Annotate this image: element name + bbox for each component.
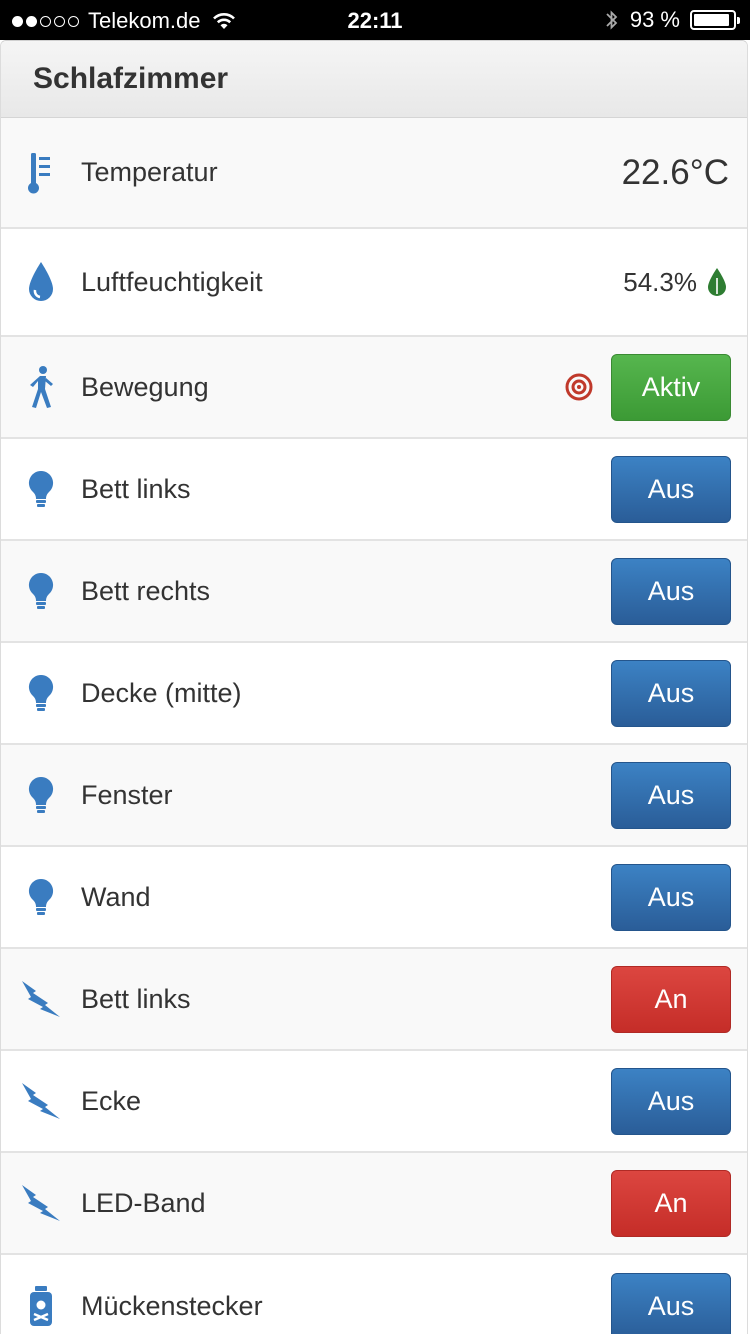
light-label: Wand xyxy=(81,881,151,912)
wifi-icon xyxy=(212,13,235,29)
panel-title: Schlafzimmer xyxy=(1,41,747,118)
switch-row-bett-links: Bett links An xyxy=(1,949,747,1051)
light-bulb-icon xyxy=(28,470,54,507)
light-row-wand: Wand Aus xyxy=(1,847,747,949)
status-left: Telekom.de xyxy=(12,8,237,34)
light-bulb-icon xyxy=(28,674,54,711)
switch-label: LED-Band xyxy=(81,1187,206,1218)
humidity-row: Luftfeuchtigkeit 54.3% xyxy=(1,229,747,337)
walking-person-icon xyxy=(30,366,53,408)
plug-toggle-button[interactable]: Aus xyxy=(611,1272,731,1334)
light-toggle-button[interactable]: Aus xyxy=(611,557,731,625)
temperature-value: 22.6°C xyxy=(621,152,729,192)
light-label: Bett links xyxy=(81,473,191,504)
switch-row-led-band: LED-Band An xyxy=(1,1153,747,1255)
light-toggle-button[interactable]: Aus xyxy=(611,659,731,727)
light-bulb-icon xyxy=(28,878,54,915)
room-panel: Schlafzimmer Temperatur 22.6°C Luftfeuch… xyxy=(0,40,748,1334)
light-label: Fenster xyxy=(81,779,173,810)
light-bulb-icon xyxy=(28,572,54,609)
light-toggle-button[interactable]: Aus xyxy=(611,761,731,829)
battery-icon xyxy=(690,10,740,30)
humidity-label: Luftfeuchtigkeit xyxy=(81,266,263,297)
lightning-bolt-icon xyxy=(22,1083,60,1119)
switch-label: Bett links xyxy=(81,983,191,1014)
switch-toggle-button[interactable]: Aus xyxy=(611,1067,731,1135)
poison-bottle-icon xyxy=(30,1286,52,1326)
switch-label: Ecke xyxy=(81,1085,142,1116)
light-label: Decke (mitte) xyxy=(81,677,242,708)
switch-toggle-button[interactable]: An xyxy=(611,1169,731,1237)
motion-status-button[interactable]: Aktiv xyxy=(611,353,731,421)
humidity-value: 54.3% xyxy=(623,266,697,297)
bluetooth-icon xyxy=(606,10,618,30)
switch-toggle-button[interactable]: An xyxy=(611,965,731,1033)
light-row-bett-rechts: Bett rechts Aus xyxy=(1,541,747,643)
carrier-name: Telekom.de xyxy=(88,8,201,33)
temperature-label: Temperatur xyxy=(81,157,218,187)
light-row-decke: Decke (mitte) Aus xyxy=(1,643,747,745)
status-bar: Telekom.de 22:11 93 % xyxy=(0,0,750,40)
lightning-bolt-icon xyxy=(22,1185,60,1221)
plug-label: Mückenstecker xyxy=(81,1290,263,1321)
light-row-bett-links: Bett links Aus xyxy=(1,439,747,541)
lightning-bolt-icon xyxy=(22,981,60,1017)
light-bulb-icon xyxy=(28,776,54,813)
motion-label: Bewegung xyxy=(81,371,209,402)
light-toggle-button[interactable]: Aus xyxy=(611,863,731,931)
motion-row: Bewegung Aktiv xyxy=(1,337,747,439)
thermometer-icon xyxy=(28,152,50,193)
signal-strength-icon xyxy=(12,15,82,27)
target-icon xyxy=(565,373,593,401)
light-row-fenster: Fenster Aus xyxy=(1,745,747,847)
water-drop-icon xyxy=(29,262,53,301)
status-right: 93 % xyxy=(604,7,740,33)
light-toggle-button[interactable]: Aus xyxy=(611,455,731,523)
plug-row-mueckenstecker: Mückenstecker Aus xyxy=(1,1255,747,1334)
battery-percent: 93 % xyxy=(629,7,680,32)
temperature-row: Temperatur 22.6°C xyxy=(1,118,747,229)
switch-row-ecke: Ecke Aus xyxy=(1,1051,747,1153)
leaf-drop-icon xyxy=(708,268,726,296)
light-label: Bett rechts xyxy=(81,575,211,606)
